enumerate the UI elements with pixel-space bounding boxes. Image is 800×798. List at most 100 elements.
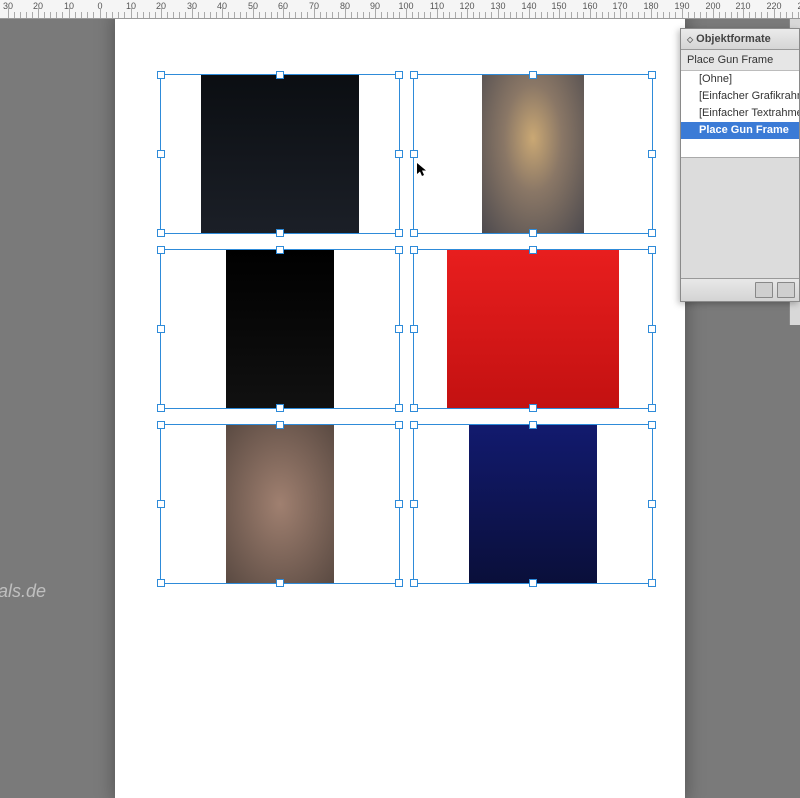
ruler-minor-tick	[155, 12, 156, 18]
placed-image[interactable]	[201, 75, 359, 233]
placed-image[interactable]	[482, 75, 584, 233]
resize-handle-t[interactable]	[276, 71, 284, 79]
resize-handle-bl[interactable]	[157, 404, 165, 412]
resize-handle-t[interactable]	[529, 246, 537, 254]
resize-handle-b[interactable]	[276, 404, 284, 412]
resize-handle-r[interactable]	[395, 500, 403, 508]
placed-image[interactable]	[226, 425, 334, 583]
ruler-minor-tick	[271, 12, 272, 18]
ruler-minor-tick	[461, 12, 462, 18]
object-styles-panel-tab[interactable]: ◇ Objektformate	[681, 29, 799, 50]
current-object-style-name[interactable]: Place Gun Frame	[681, 50, 799, 71]
resize-handle-l[interactable]	[410, 325, 418, 333]
resize-handle-tl[interactable]	[157, 421, 165, 429]
resize-handle-bl[interactable]	[410, 579, 418, 587]
ruler-minor-tick	[277, 12, 278, 18]
ruler-minor-tick	[295, 12, 296, 18]
resize-handle-tr[interactable]	[395, 246, 403, 254]
resize-handle-r[interactable]	[395, 325, 403, 333]
resize-handle-br[interactable]	[648, 579, 656, 587]
frame-6[interactable]	[413, 424, 653, 584]
ruler-tick	[100, 8, 101, 18]
ruler-minor-tick	[694, 12, 695, 18]
placed-image[interactable]	[469, 425, 597, 583]
resize-handle-bl[interactable]	[157, 229, 165, 237]
ruler-minor-tick	[93, 12, 94, 18]
resize-handle-bl[interactable]	[410, 229, 418, 237]
resize-handle-tl[interactable]	[410, 71, 418, 79]
resize-handle-b[interactable]	[529, 404, 537, 412]
ruler-minor-tick	[725, 12, 726, 18]
object-style-item[interactable]: [Ohne]	[681, 71, 799, 88]
resize-handle-bl[interactable]	[157, 579, 165, 587]
resize-handle-b[interactable]	[276, 579, 284, 587]
ruler-minor-tick	[326, 12, 327, 18]
ruler-tick	[651, 8, 652, 18]
new-style-icon[interactable]	[755, 282, 773, 298]
ruler-minor-tick	[504, 12, 505, 18]
ruler-minor-tick	[149, 12, 150, 18]
object-style-item[interactable]: Place Gun Frame	[681, 122, 799, 139]
resize-handle-t[interactable]	[529, 71, 537, 79]
document-canvas[interactable]	[0, 18, 680, 600]
resize-handle-b[interactable]	[529, 229, 537, 237]
frame-4[interactable]	[413, 249, 653, 409]
resize-handle-l[interactable]	[410, 500, 418, 508]
placed-image[interactable]	[226, 250, 334, 408]
object-style-list[interactable]: [Ohne][Einfacher Grafikrahmen][Einfacher…	[681, 71, 799, 158]
ruler-tick	[38, 8, 39, 18]
resize-handle-r[interactable]	[648, 500, 656, 508]
resize-handle-br[interactable]	[648, 404, 656, 412]
resize-handle-r[interactable]	[395, 150, 403, 158]
resize-handle-r[interactable]	[648, 325, 656, 333]
resize-handle-l[interactable]	[410, 150, 418, 158]
ruler-minor-tick	[719, 12, 720, 18]
ruler-minor-tick	[173, 12, 174, 18]
resize-handle-tl[interactable]	[157, 71, 165, 79]
frame-1[interactable]	[160, 74, 400, 234]
ruler-minor-tick	[491, 12, 492, 18]
ruler-minor-tick	[307, 12, 308, 18]
resize-handle-l[interactable]	[157, 325, 165, 333]
resize-handle-bl[interactable]	[410, 404, 418, 412]
frame-3[interactable]	[160, 249, 400, 409]
frame-2[interactable]	[413, 74, 653, 234]
resize-handle-b[interactable]	[276, 229, 284, 237]
resize-handle-tr[interactable]	[648, 71, 656, 79]
ruler-minor-tick	[357, 12, 358, 18]
object-style-item[interactable]: [Einfacher Textrahmen]	[681, 105, 799, 122]
resize-handle-t[interactable]	[276, 421, 284, 429]
resize-handle-t[interactable]	[529, 421, 537, 429]
resize-handle-br[interactable]	[395, 404, 403, 412]
resize-handle-l[interactable]	[157, 500, 165, 508]
resize-handle-br[interactable]	[648, 229, 656, 237]
frame-5[interactable]	[160, 424, 400, 584]
delete-style-icon[interactable]	[777, 282, 795, 298]
resize-handle-br[interactable]	[395, 579, 403, 587]
resize-handle-tl[interactable]	[410, 246, 418, 254]
resize-handle-b[interactable]	[529, 579, 537, 587]
ruler-minor-tick	[118, 12, 119, 18]
resize-handle-l[interactable]	[157, 150, 165, 158]
placed-image[interactable]	[447, 250, 619, 408]
resize-handle-tl[interactable]	[157, 246, 165, 254]
ruler-minor-tick	[228, 12, 229, 18]
ruler-minor-tick	[510, 12, 511, 18]
resize-handle-t[interactable]	[276, 246, 284, 254]
ruler-minor-tick	[246, 12, 247, 18]
object-style-item[interactable]: [Einfacher Grafikrahmen]	[681, 88, 799, 105]
resize-handle-r[interactable]	[648, 150, 656, 158]
resize-handle-tr[interactable]	[395, 421, 403, 429]
resize-handle-tr[interactable]	[648, 421, 656, 429]
ruler-minor-tick	[516, 12, 517, 18]
ruler-minor-tick	[755, 12, 756, 18]
ruler-minor-tick	[602, 12, 603, 18]
ruler-tick	[314, 8, 315, 18]
horizontal-ruler[interactable]: 3020100102030405060708090100110120130140…	[0, 0, 800, 19]
resize-handle-tr[interactable]	[395, 71, 403, 79]
resize-handle-tl[interactable]	[410, 421, 418, 429]
resize-handle-tr[interactable]	[648, 246, 656, 254]
resize-handle-br[interactable]	[395, 229, 403, 237]
ruler-minor-tick	[761, 12, 762, 18]
ruler-minor-tick	[485, 12, 486, 18]
